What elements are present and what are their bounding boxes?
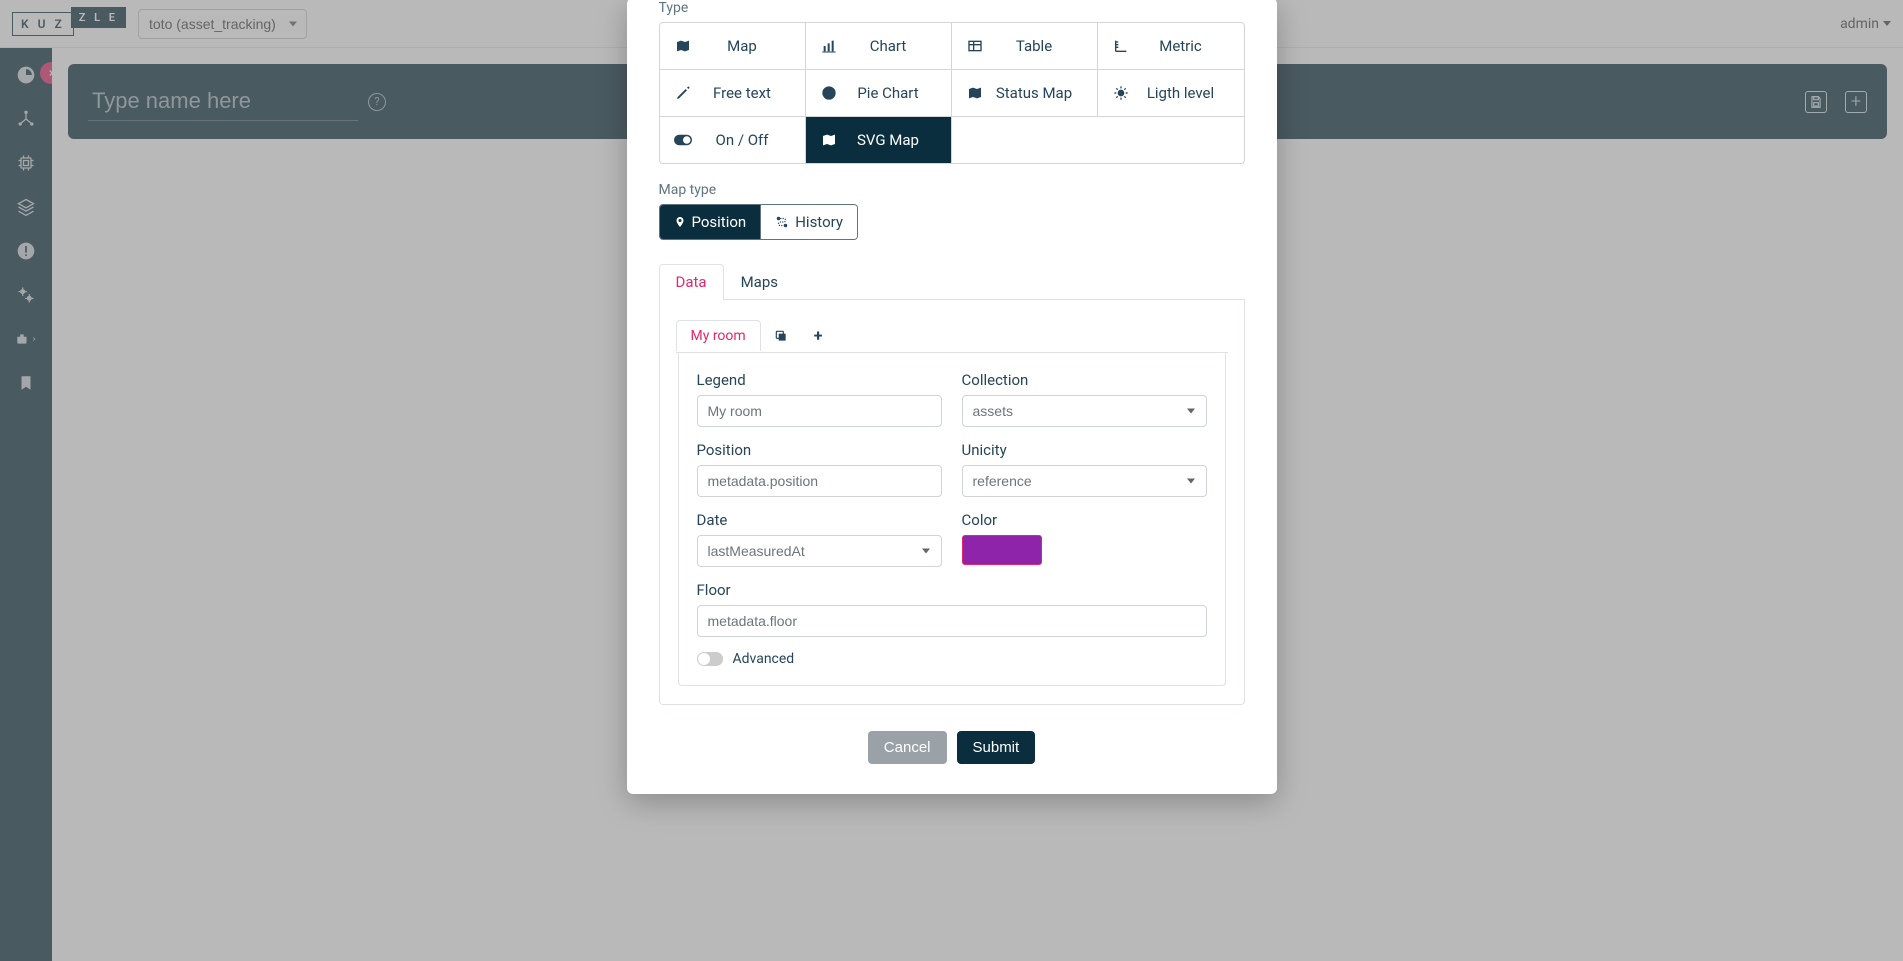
unicity-select[interactable]: reference <box>962 465 1207 497</box>
widget-config-modal: Type Map Chart Table Metric <box>627 0 1277 794</box>
collection-label: Collection <box>962 371 1207 389</box>
plus-icon: + <box>814 326 823 345</box>
tab-maps[interactable]: Maps <box>724 264 795 299</box>
advanced-row: Advanced <box>697 651 1207 667</box>
type-free-text-label: Free text <box>690 84 795 102</box>
legend-label: Legend <box>697 371 942 389</box>
type-chart[interactable]: Chart <box>806 23 952 70</box>
type-on-off-label: On / Off <box>690 131 795 149</box>
map-type-label: Map type <box>659 182 1245 198</box>
config-tabs: Data Maps <box>659 264 1245 300</box>
room-tab-add[interactable]: + <box>801 318 836 352</box>
type-pie-chart[interactable]: Pie Chart <box>806 70 952 117</box>
date-label: Date <box>697 511 942 529</box>
color-label: Color <box>962 511 1207 529</box>
type-metric[interactable]: Metric <box>1098 23 1244 70</box>
collection-select[interactable]: assets <box>962 395 1207 427</box>
unicity-label: Unicity <box>962 441 1207 459</box>
type-light-level[interactable]: Ligth level <box>1098 70 1244 117</box>
type-table[interactable]: Table <box>952 23 1098 70</box>
map-type-position-label: Position <box>692 213 747 231</box>
type-label: Type <box>659 0 1245 16</box>
type-grid: Map Chart Table Metric Free text <box>659 22 1245 164</box>
advanced-toggle[interactable] <box>697 652 723 666</box>
type-metric-label: Metric <box>1128 37 1234 55</box>
type-free-text[interactable]: Free text <box>660 70 806 117</box>
room-tabs: My room + <box>676 318 1228 353</box>
advanced-label: Advanced <box>733 651 795 667</box>
tab-data[interactable]: Data <box>659 264 724 300</box>
type-status-map[interactable]: Status Map <box>952 70 1098 117</box>
type-map-label: Map <box>690 37 795 55</box>
floor-label: Floor <box>697 581 1207 599</box>
pin-icon <box>674 215 686 229</box>
map-type-history-label: History <box>795 213 843 231</box>
date-select[interactable]: lastMeasuredAt <box>697 535 942 567</box>
route-icon <box>775 215 789 229</box>
color-picker[interactable] <box>962 535 1042 565</box>
room-tab-copy[interactable] <box>761 321 801 350</box>
type-svg-map[interactable]: SVG Map <box>806 117 952 163</box>
cancel-button[interactable]: Cancel <box>868 731 947 764</box>
submit-button[interactable]: Submit <box>957 731 1036 764</box>
type-table-label: Table <box>982 37 1087 55</box>
map-type-group: Position History <box>659 204 858 240</box>
room-panel: Legend Collection assets <box>678 353 1226 686</box>
modal-overlay: Type Map Chart Table Metric <box>0 0 1903 961</box>
type-status-map-label: Status Map <box>982 84 1087 102</box>
type-chart-label: Chart <box>836 37 941 55</box>
type-light-level-label: Ligth level <box>1128 84 1234 102</box>
type-map[interactable]: Map <box>660 23 806 70</box>
position-label: Position <box>697 441 942 459</box>
room-tab-my-room[interactable]: My room <box>676 320 761 351</box>
floor-input[interactable] <box>697 605 1207 637</box>
modal-actions: Cancel Submit <box>659 731 1245 764</box>
type-svg-map-label: SVG Map <box>836 131 941 149</box>
type-on-off[interactable]: On / Off <box>660 117 806 163</box>
position-input[interactable] <box>697 465 942 497</box>
map-type-history[interactable]: History <box>760 205 857 239</box>
copy-icon <box>774 329 788 343</box>
data-panel: My room + Legend Co <box>659 300 1245 705</box>
map-type-position[interactable]: Position <box>660 205 761 239</box>
type-pie-chart-label: Pie Chart <box>836 84 941 102</box>
legend-input[interactable] <box>697 395 942 427</box>
